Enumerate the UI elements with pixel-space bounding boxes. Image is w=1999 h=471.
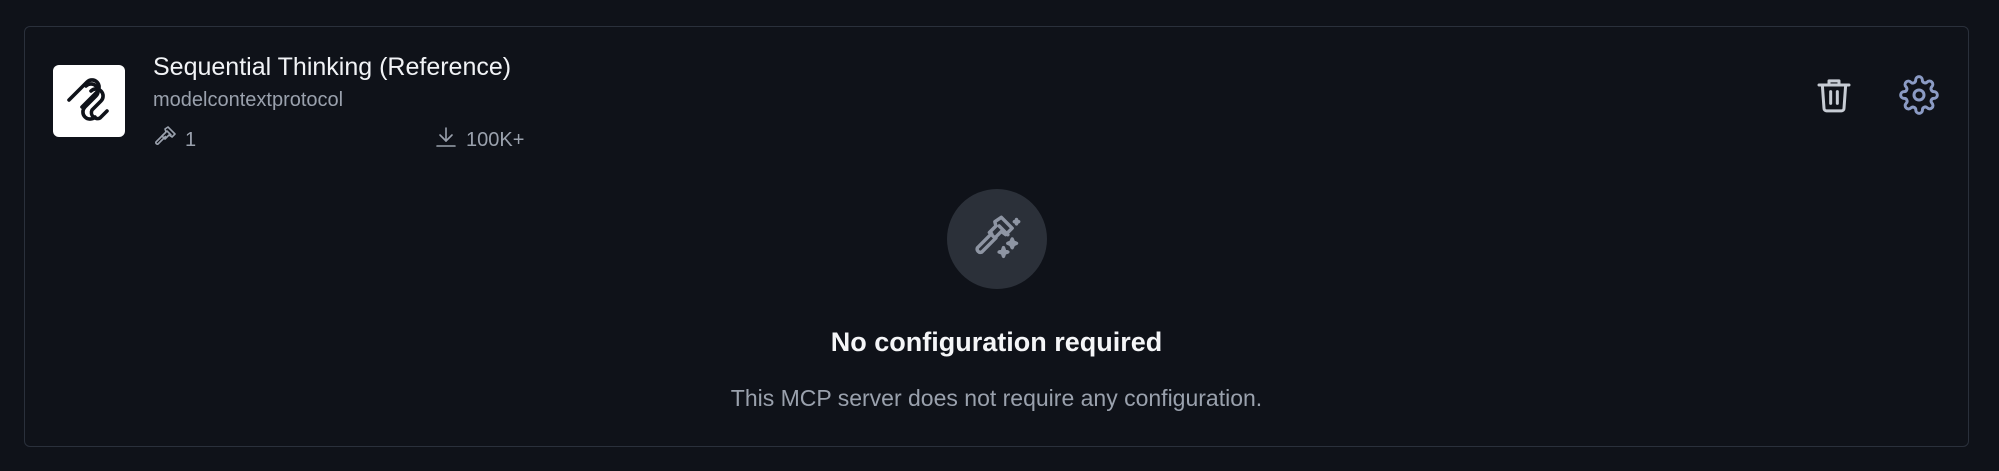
tools-count-stat: 1 bbox=[153, 125, 196, 155]
tools-sparkle-icon bbox=[975, 215, 1021, 259]
empty-state-title: No configuration required bbox=[830, 327, 1163, 357]
hammer-icon bbox=[153, 125, 177, 155]
delete-button[interactable] bbox=[1810, 71, 1858, 119]
gear-icon bbox=[1899, 75, 1939, 115]
server-publisher: modelcontextprotocol bbox=[153, 89, 344, 111]
downloads-count: 100K+ bbox=[466, 128, 525, 151]
downloads-stat: 100K+ bbox=[434, 125, 524, 155]
server-title: Sequential Thinking (Reference) bbox=[153, 53, 512, 81]
tools-count: 1 bbox=[185, 128, 197, 151]
empty-state-badge bbox=[947, 189, 1047, 289]
empty-state-subtitle: This MCP server does not require any con… bbox=[730, 385, 1263, 411]
mcp-logo-icon bbox=[53, 65, 125, 137]
download-icon bbox=[434, 125, 458, 155]
mcp-server-card: Sequential Thinking (Reference) modelcon… bbox=[24, 26, 1969, 447]
trash-icon bbox=[1817, 79, 1851, 113]
settings-button[interactable] bbox=[1895, 71, 1943, 119]
